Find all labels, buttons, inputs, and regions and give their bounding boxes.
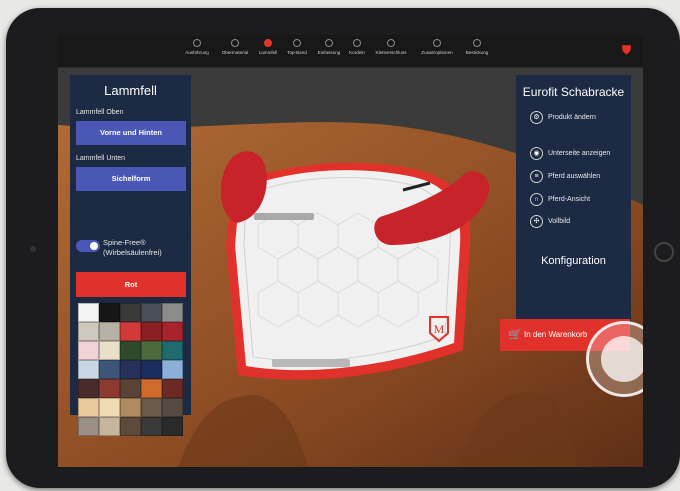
color-swatch[interactable] bbox=[162, 360, 183, 379]
show-underside-button[interactable]: ◉ Unterseite anzeigen bbox=[530, 145, 610, 161]
color-swatch[interactable] bbox=[120, 360, 141, 379]
add-to-cart-label: In den Warenkorb bbox=[524, 330, 588, 339]
select-horse-button[interactable]: ≡ Pferd auswählen bbox=[530, 168, 600, 184]
touch-indicator-core bbox=[601, 336, 643, 382]
fullscreen-button[interactable]: ✣ Vollbild bbox=[530, 213, 570, 229]
color-swatch[interactable] bbox=[141, 417, 162, 436]
step-icon bbox=[387, 39, 395, 47]
step-label: Ausführung bbox=[185, 50, 209, 55]
color-swatch[interactable] bbox=[162, 398, 183, 417]
color-swatch[interactable] bbox=[78, 322, 99, 341]
brand-logo-icon[interactable]: ⛊ bbox=[622, 43, 631, 58]
product-actions-panel: Eurofit Schabracke ⚙ Produkt ändern ◉ Unte… bbox=[516, 75, 631, 323]
color-swatch[interactable] bbox=[120, 398, 141, 417]
nav-step-bestickung[interactable]: Bestickung bbox=[456, 39, 498, 55]
color-swatch[interactable] bbox=[120, 303, 141, 322]
step-icon bbox=[231, 39, 239, 47]
color-swatch[interactable] bbox=[141, 398, 162, 417]
lammfell-options-panel: Lammfell Lammfell Oben Vorne und Hinten … bbox=[70, 75, 191, 436]
show-underside-label: Unterseite anzeigen bbox=[548, 149, 611, 157]
color-swatch[interactable] bbox=[141, 379, 162, 398]
color-swatch[interactable] bbox=[99, 417, 120, 436]
step-label: Bestickung bbox=[465, 50, 489, 55]
change-product-button[interactable]: ⚙ Produkt ändern bbox=[530, 109, 596, 125]
step-icon bbox=[193, 39, 201, 47]
product-title: Eurofit Schabracke bbox=[522, 85, 625, 99]
color-swatch[interactable] bbox=[120, 379, 141, 398]
color-swatch[interactable] bbox=[162, 379, 183, 398]
spine-free-label: Spine-Free® (Wirbelsäulenfrei) bbox=[103, 238, 162, 258]
color-swatch[interactable] bbox=[141, 360, 162, 379]
spine-free-subtitle: (Wirbelsäulenfrei) bbox=[103, 248, 162, 257]
gear-icon: ⚙ bbox=[530, 110, 543, 124]
change-product-label: Produkt ändern bbox=[548, 113, 596, 121]
nav-step-klettverschluss[interactable]: Klettverschluss bbox=[370, 39, 412, 55]
color-swatch[interactable] bbox=[120, 341, 141, 360]
color-swatch[interactable] bbox=[78, 379, 99, 398]
spine-free-toggle[interactable] bbox=[76, 240, 100, 252]
step-icon bbox=[433, 39, 441, 47]
configuration-title: Konfiguration bbox=[541, 255, 606, 267]
color-select-button[interactable]: Rot bbox=[76, 272, 186, 297]
step-label: Klettverschluss bbox=[375, 50, 407, 55]
color-swatch[interactable] bbox=[78, 417, 99, 436]
color-swatch[interactable] bbox=[120, 417, 141, 436]
home-button[interactable] bbox=[654, 242, 674, 262]
color-swatch[interactable] bbox=[99, 360, 120, 379]
step-icon bbox=[325, 39, 333, 47]
svg-text:M: M bbox=[434, 322, 445, 336]
fullscreen-label: Vollbild bbox=[548, 217, 571, 225]
color-swatch[interactable] bbox=[141, 341, 162, 360]
lammfell-oben-label: Lammfell Oben bbox=[76, 109, 124, 116]
select-horse-label: Pferd auswählen bbox=[548, 172, 601, 180]
color-swatch[interactable] bbox=[141, 322, 162, 341]
spine-free-title: Spine-Free® bbox=[103, 238, 146, 247]
color-swatch[interactable] bbox=[99, 322, 120, 341]
list-icon: ≡ bbox=[530, 169, 543, 183]
lammfell-unten-select[interactable]: Sichelform bbox=[76, 167, 186, 191]
color-swatch[interactable] bbox=[99, 398, 120, 417]
nav-step-zusatzoptionen[interactable]: Zusatzoptionen bbox=[416, 39, 458, 55]
step-icon bbox=[293, 39, 301, 47]
step-icon bbox=[264, 39, 272, 47]
color-swatch[interactable] bbox=[162, 341, 183, 360]
color-swatch[interactable] bbox=[78, 303, 99, 322]
step-label: Top-Band bbox=[287, 50, 307, 55]
color-swatch[interactable] bbox=[99, 379, 120, 398]
step-label: Kordeln bbox=[349, 50, 365, 55]
step-icon bbox=[473, 39, 481, 47]
configurator-screen: M Ausführung Obermaterial Lammfell Top-B… bbox=[58, 35, 643, 467]
color-swatch[interactable] bbox=[99, 303, 120, 322]
front-camera bbox=[30, 246, 36, 252]
horse-view-button[interactable]: ∩ Pferd-Ansicht bbox=[530, 191, 590, 207]
step-navigation-bar: Ausführung Obermaterial Lammfell Top-Ban… bbox=[58, 35, 643, 68]
color-swatch-grid bbox=[78, 303, 183, 436]
step-label: Lammfell bbox=[258, 50, 278, 55]
step-label: Obermaterial bbox=[221, 50, 249, 55]
panel-title: Lammfell bbox=[104, 83, 157, 98]
toggle-knob bbox=[90, 242, 98, 250]
nav-step-ausfuehrung[interactable]: Ausführung bbox=[176, 39, 218, 55]
color-swatch[interactable] bbox=[78, 341, 99, 360]
step-label: Zusatzoptionen bbox=[421, 50, 453, 55]
color-swatch[interactable] bbox=[162, 417, 183, 436]
color-swatch[interactable] bbox=[99, 341, 120, 360]
color-swatch[interactable] bbox=[78, 360, 99, 379]
tablet-frame: M Ausführung Obermaterial Lammfell Top-B… bbox=[6, 8, 680, 488]
step-icon bbox=[353, 39, 361, 47]
horse-view-label: Pferd-Ansicht bbox=[548, 195, 591, 203]
color-swatch[interactable] bbox=[162, 303, 183, 322]
color-swatch[interactable] bbox=[141, 303, 162, 322]
fullscreen-icon: ✣ bbox=[530, 214, 543, 228]
lammfell-oben-select[interactable]: Vorne und Hinten bbox=[76, 121, 186, 145]
color-swatch[interactable] bbox=[162, 322, 183, 341]
horseshoe-icon: ∩ bbox=[530, 192, 543, 206]
color-swatch[interactable] bbox=[78, 398, 99, 417]
lammfell-unten-label: Lammfell Unten bbox=[76, 155, 126, 162]
color-swatch[interactable] bbox=[120, 322, 141, 341]
eye-icon: ◉ bbox=[530, 146, 543, 160]
cart-icon: 🛒 bbox=[508, 329, 522, 341]
